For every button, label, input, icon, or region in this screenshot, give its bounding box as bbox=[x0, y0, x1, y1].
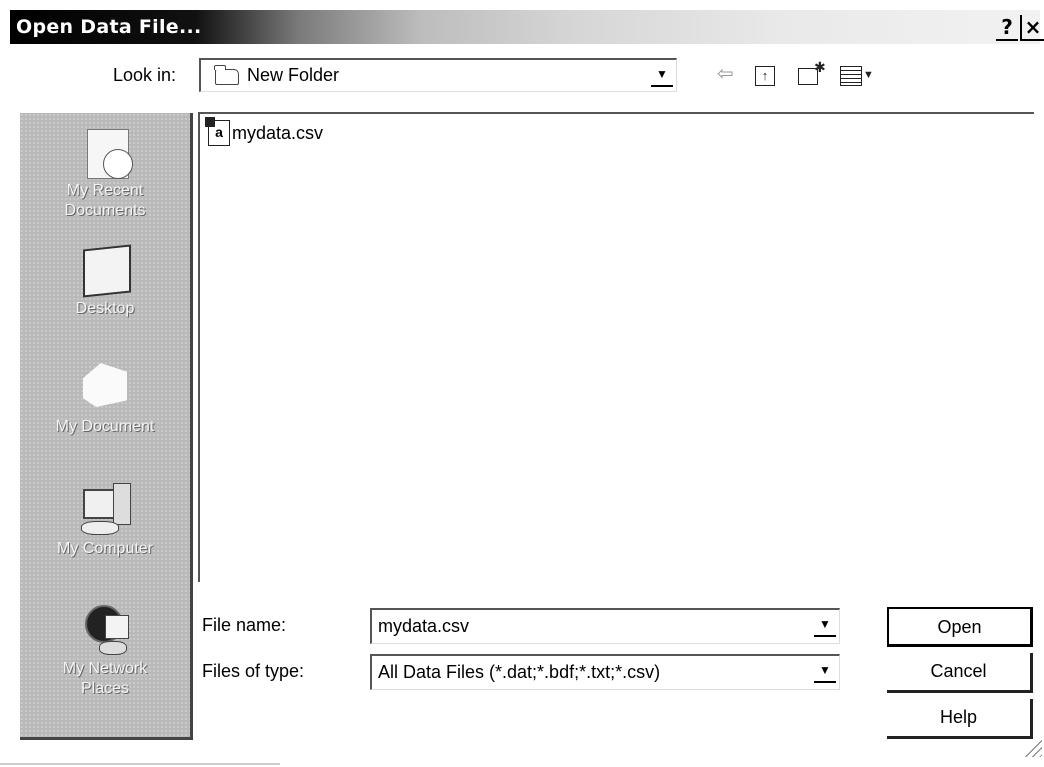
place-desktop[interactable]: Desktop bbox=[20, 243, 190, 319]
views-menu-icon[interactable] bbox=[840, 66, 862, 86]
place-label: Desktop bbox=[75, 300, 135, 317]
title-bar[interactable]: Open Data File... ? × bbox=[10, 10, 1044, 44]
chevron-down-icon[interactable]: ▼ bbox=[814, 659, 836, 683]
folder-icon bbox=[214, 65, 239, 85]
place-my-documents[interactable]: My Document bbox=[20, 361, 190, 437]
window-title: Open Data File... bbox=[16, 16, 202, 38]
cancel-button[interactable]: Cancel bbox=[887, 653, 1033, 693]
place-label: Places bbox=[80, 680, 130, 697]
file-name-input[interactable]: mydata.csv bbox=[378, 616, 469, 637]
desktop-icon bbox=[77, 243, 133, 299]
help-title-button[interactable]: ? bbox=[996, 15, 1018, 41]
open-data-file-dialog: Open Data File... ? × Look in: New Folde… bbox=[0, 0, 1044, 767]
place-label: My Network bbox=[62, 660, 148, 677]
views-dropdown-arrow-icon[interactable]: ▼ bbox=[863, 63, 874, 87]
place-my-network-places[interactable]: My Network Places bbox=[20, 603, 190, 699]
look-in-dropdown[interactable]: New Folder ▼ bbox=[199, 58, 677, 92]
chevron-down-icon[interactable]: ▼ bbox=[814, 613, 836, 637]
chevron-down-icon[interactable]: ▼ bbox=[651, 63, 673, 87]
place-label: Documents bbox=[64, 202, 146, 219]
close-button[interactable]: × bbox=[1020, 15, 1044, 41]
place-label: My Recent bbox=[66, 182, 144, 199]
place-label: My Computer bbox=[56, 540, 154, 557]
place-my-computer[interactable]: My Computer bbox=[20, 483, 190, 559]
look-in-value: New Folder bbox=[247, 65, 340, 85]
new-folder-icon[interactable] bbox=[798, 55, 826, 85]
places-bar: My Recent Documents Desktop My Document … bbox=[20, 113, 193, 740]
divider bbox=[0, 763, 280, 765]
files-of-type-value: All Data Files (*.dat;*.bdf;*.txt;*.csv) bbox=[378, 662, 661, 682]
place-label: My Document bbox=[55, 418, 155, 435]
files-of-type-dropdown[interactable]: All Data Files (*.dat;*.bdf;*.txt;*.csv)… bbox=[370, 654, 840, 690]
file-name-label: File name: bbox=[202, 615, 287, 635]
up-one-level-icon[interactable]: ↑ bbox=[755, 66, 775, 86]
my-network-places-icon bbox=[77, 603, 133, 659]
files-of-type-label: Files of type: bbox=[202, 661, 305, 681]
help-button[interactable]: Help bbox=[887, 699, 1033, 739]
file-list[interactable]: a mydata.csv bbox=[198, 112, 1034, 582]
look-in-label: Look in: bbox=[113, 65, 177, 85]
back-arrow-icon[interactable]: ⇦ bbox=[717, 62, 734, 86]
csv-file-icon: a bbox=[205, 117, 230, 146]
place-my-recent-documents[interactable]: My Recent Documents bbox=[20, 125, 190, 221]
file-name: mydata.csv bbox=[232, 123, 324, 143]
open-button[interactable]: Open bbox=[887, 607, 1033, 647]
my-computer-icon bbox=[77, 483, 133, 539]
recent-documents-icon bbox=[77, 125, 133, 181]
my-documents-icon bbox=[77, 361, 133, 417]
file-name-combo[interactable]: mydata.csv ▼ bbox=[370, 608, 840, 644]
